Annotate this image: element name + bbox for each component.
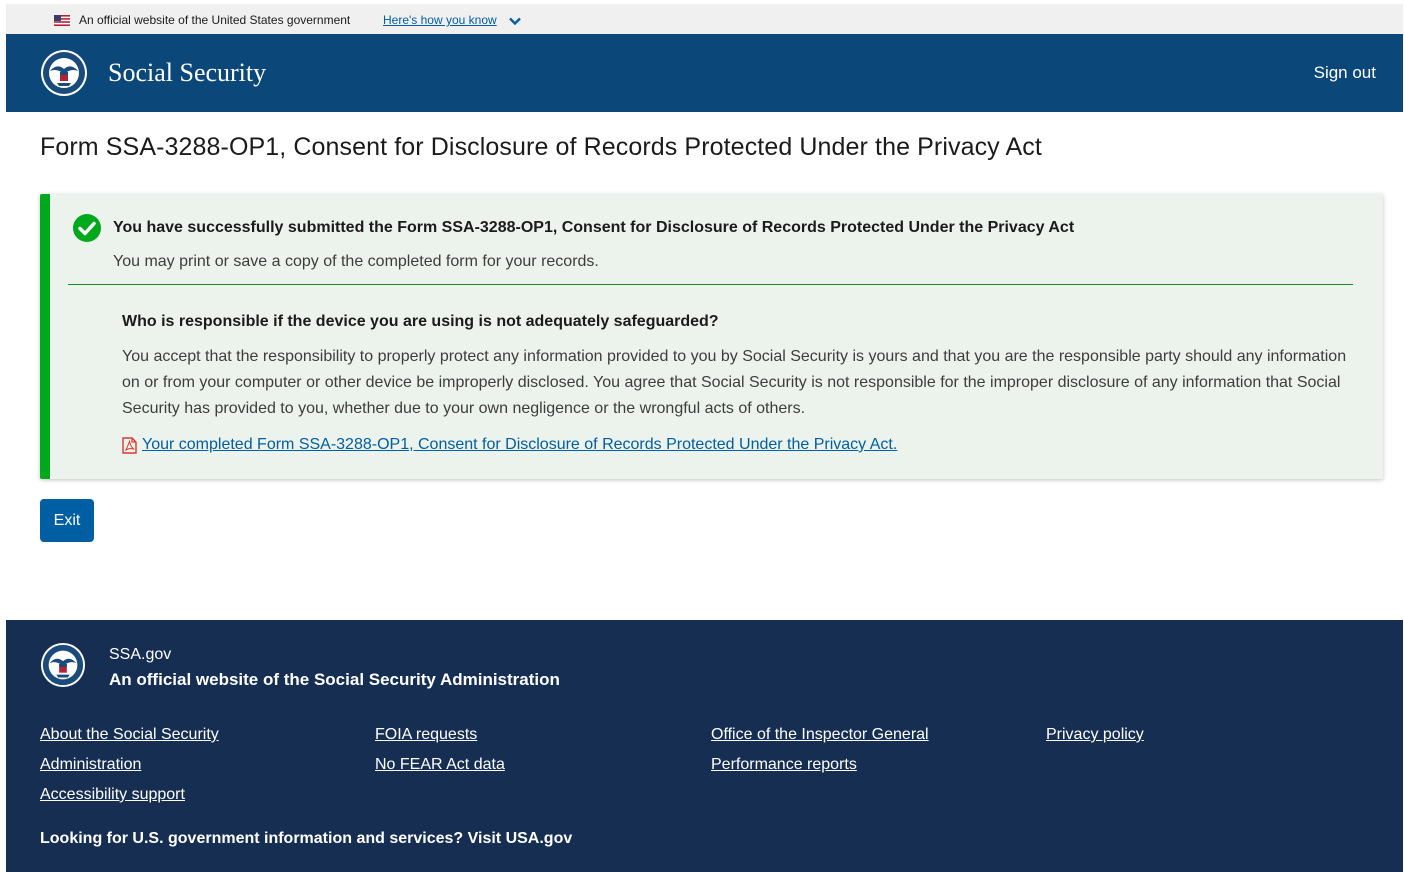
performance-reports-link[interactable]: Performance reports [711, 750, 857, 780]
privacy-policy-link[interactable]: Privacy policy [1046, 720, 1144, 750]
chevron-down-icon[interactable] [509, 17, 521, 25]
about-ssa-link[interactable]: About the Social Security [40, 720, 219, 750]
site-footer: SSA.gov An official website of the Socia… [6, 620, 1403, 872]
alert-divider [68, 284, 1353, 285]
alert-subtext: You may print or save a copy of the comp… [113, 253, 599, 270]
pdf-icon [122, 437, 137, 454]
heres-how-you-know-link[interactable]: Here's how you know [383, 13, 497, 27]
check-circle-icon [73, 214, 101, 242]
completed-form-pdf-link[interactable]: Your completed Form SSA-3288-OP1, Consen… [142, 436, 897, 454]
foia-requests-link[interactable]: FOIA requests [375, 720, 477, 750]
footer-official-text: An official website of the Social Securi… [109, 670, 560, 689]
page: An official website of the United States… [6, 0, 1403, 872]
safeguard-question: Who is responsible if the device you are… [122, 313, 719, 330]
inspector-general-link[interactable]: Office of the Inspector General [711, 720, 929, 750]
about-ssa-link-line2[interactable]: Administration [40, 750, 141, 780]
usagov-line: Looking for U.S. government information … [40, 830, 572, 848]
alert-heading: You have successfully submitted the Form… [113, 219, 1075, 236]
footer-site-name: SSA.gov [109, 646, 172, 663]
success-alert: You have successfully submitted the Form… [40, 194, 1383, 479]
ssa-seal-icon[interactable] [40, 49, 88, 97]
gov-banner-text: An official website of the United States… [79, 13, 351, 27]
site-header: Social Security Sign out [6, 34, 1403, 112]
safeguard-body: You accept that the responsibility to pr… [122, 348, 1347, 417]
gov-banner: An official website of the United States… [6, 4, 1403, 34]
visit-usagov-link[interactable]: Visit USA.gov [468, 830, 573, 847]
sign-out-link[interactable]: Sign out [1314, 63, 1376, 83]
accessibility-support-link[interactable]: Accessibility support [40, 780, 185, 810]
ssa-seal-icon [40, 642, 86, 688]
site-brand[interactable]: Social Security [108, 58, 266, 88]
exit-button[interactable]: Exit [40, 499, 94, 542]
page-title: Form SSA-3288-OP1, Consent for Disclosur… [40, 133, 1042, 161]
us-flag-icon [54, 15, 70, 26]
usagov-text: Looking for U.S. government information … [40, 830, 464, 847]
no-fear-act-link[interactable]: No FEAR Act data [375, 750, 505, 780]
